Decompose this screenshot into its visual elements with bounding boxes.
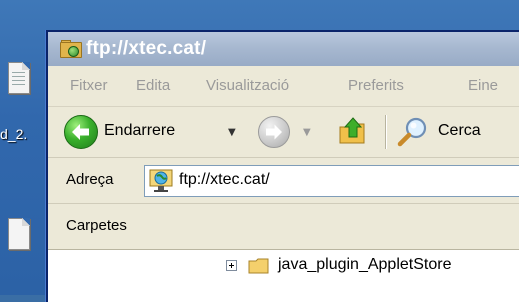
title-bar[interactable]: ftp://xtec.cat/ [48,32,519,66]
forward-arrow-icon[interactable] [258,116,290,148]
address-field[interactable]: ftp://xtec.cat/ [144,165,519,197]
back-dropdown-chevron-icon[interactable]: ▼ [228,127,236,138]
ftp-location-icon [149,169,173,193]
menu-item-preferits[interactable]: Preferits [348,77,404,94]
toolbar-separator [385,115,386,149]
search-icon[interactable] [396,115,430,149]
address-value[interactable]: ftp://xtec.cat/ [179,171,270,189]
back-arrow-icon[interactable] [64,115,98,149]
explorer-window: ftp://xtec.cat/ Fitxer Edita Visualitzac… [46,30,519,302]
desktop-icon-label[interactable]: d_2. [0,126,27,142]
folders-panel-header: Carpetes [48,205,519,250]
folders-panel-title: Carpetes [66,217,127,234]
tree-item-label[interactable]: java_plugin_AppletStore [278,256,451,274]
back-button-label[interactable]: Endarrere [104,122,175,140]
folder-icon[interactable] [248,258,270,274]
menu-item-fitxer[interactable]: Fitxer [70,77,108,94]
desktop-document-icon-top[interactable] [0,62,38,102]
folder-tree: java_plugin_AppletStore [48,250,519,302]
window-title: ftp://xtec.cat/ [86,38,207,59]
desktop-document-icon-bottom[interactable] [0,218,38,258]
address-bar: Adreça ftp://xtec.cat/ [48,159,519,204]
search-button-label[interactable]: Cerca [438,122,481,140]
menu-item-edita[interactable]: Edita [136,77,170,94]
forward-dropdown-chevron-icon[interactable]: ▼ [303,127,311,138]
expand-icon[interactable] [226,260,237,271]
menu-item-eines[interactable]: Eine [468,77,498,94]
address-label: Adreça [66,171,114,188]
ftp-folder-icon [60,40,82,58]
menu-bar: Fitxer Edita Visualització Preferits Ein… [48,66,519,107]
menu-item-visualitzacio[interactable]: Visualització [206,77,289,94]
folder-up-icon[interactable] [338,115,368,147]
toolbar: Endarrere ▼ ▼ Cerca [48,107,519,158]
